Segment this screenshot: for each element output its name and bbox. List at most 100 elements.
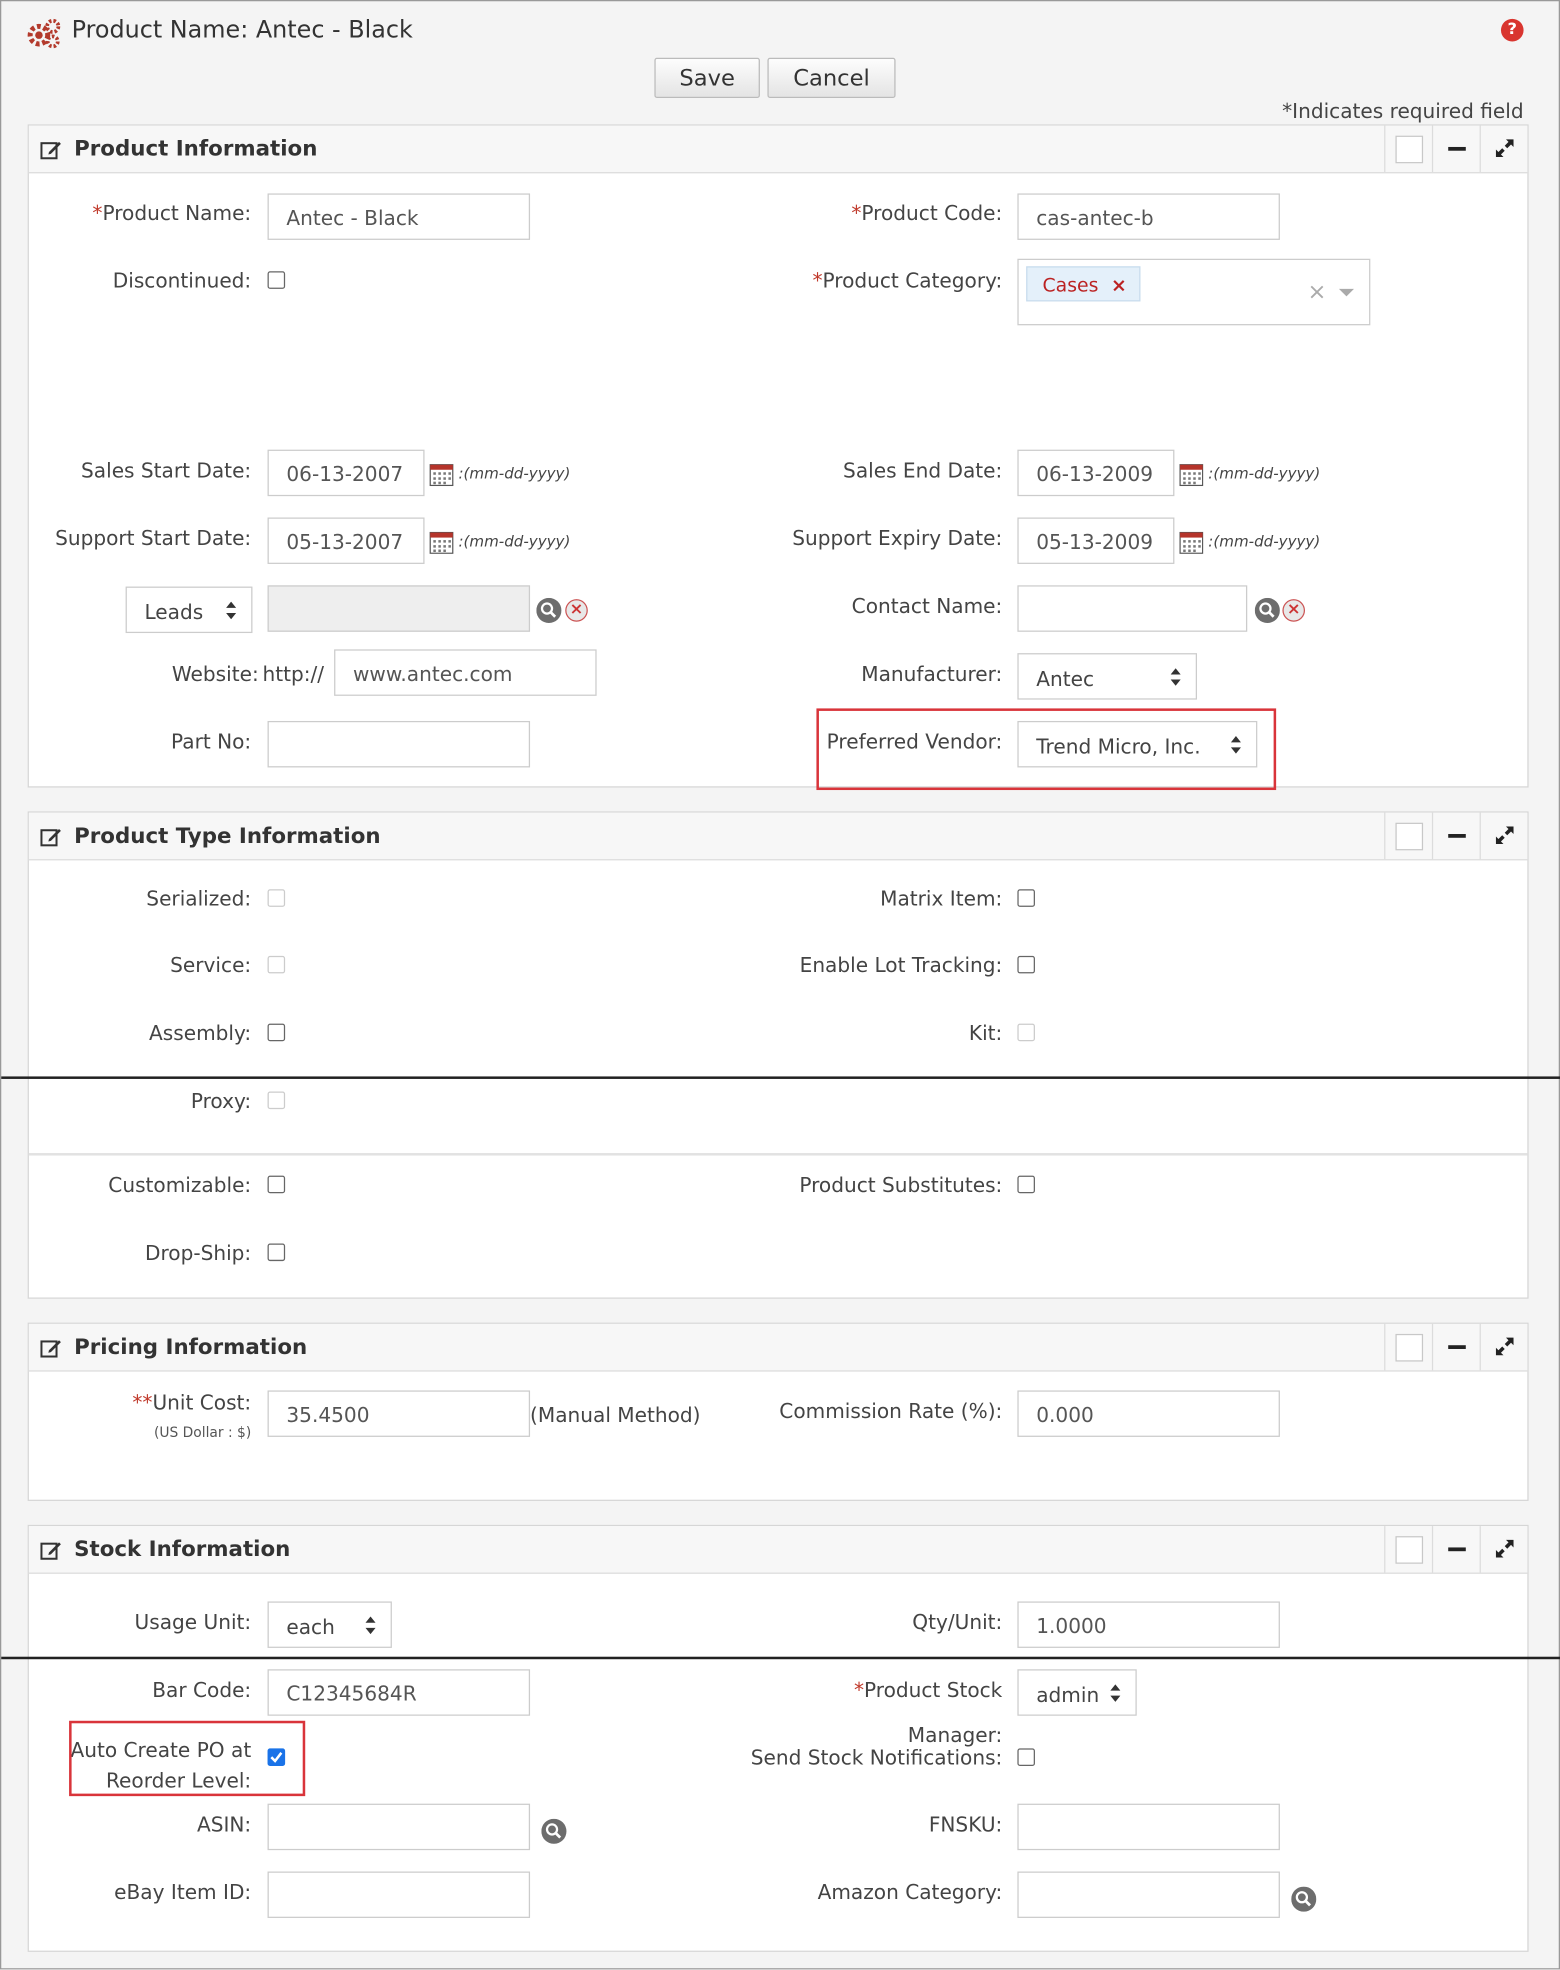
amazon-category-input[interactable] xyxy=(1017,1871,1280,1918)
usage-unit-select[interactable]: each xyxy=(267,1601,392,1648)
select-arrows-icon xyxy=(226,602,236,620)
search-icon[interactable] xyxy=(1291,1887,1316,1912)
customizable-label: Customizable: xyxy=(108,1173,252,1198)
product-stock-manager-label: *Product Stock xyxy=(853,1678,1003,1702)
website-protocol-prefix: http:// xyxy=(262,661,325,686)
settings-gears-icon xyxy=(27,18,61,49)
part-no-input[interactable] xyxy=(267,720,531,768)
panel-checkbox-box[interactable] xyxy=(1384,125,1432,173)
search-icon[interactable] xyxy=(1255,598,1280,623)
manufacturer-label: Manufacturer: xyxy=(861,661,1003,686)
section-divider xyxy=(28,1153,1528,1156)
support-start-date-input[interactable]: 05-13-2007 xyxy=(267,517,425,564)
expand-icon[interactable] xyxy=(1479,1323,1528,1371)
product-name-input[interactable]: Antec - Black xyxy=(267,193,531,240)
matrix-item-label: Matrix Item: xyxy=(880,886,1003,911)
calendar-icon[interactable] xyxy=(430,462,454,486)
product-substitutes-label: Product Substitutes: xyxy=(799,1173,1003,1198)
product-name-label: *Product Name: xyxy=(92,200,252,225)
panel-checkbox-box[interactable] xyxy=(1384,812,1432,860)
pricing-method-note: (Manual Method) xyxy=(530,1402,701,1427)
qty-per-unit-label: Qty/Unit: xyxy=(912,1610,1003,1635)
unit-cost-input[interactable]: 35.4500 xyxy=(267,1390,531,1437)
manufacturer-select[interactable]: Antec xyxy=(1017,653,1198,700)
panel-header: Stock Information xyxy=(28,1526,1528,1574)
bar-code-input[interactable]: C12345684R xyxy=(267,1669,531,1716)
assembly-checkbox[interactable] xyxy=(267,1023,286,1042)
clear-icon[interactable]: × xyxy=(565,599,588,622)
edit-icon xyxy=(40,826,61,847)
expand-icon[interactable] xyxy=(1479,812,1528,860)
send-stock-notifications-checkbox[interactable] xyxy=(1017,1748,1035,1766)
support-expiry-date-label: Support Expiry Date: xyxy=(792,526,1003,551)
bar-code-label: Bar Code: xyxy=(152,1678,252,1702)
expand-icon[interactable] xyxy=(1479,1526,1528,1573)
product-code-label: *Product Code: xyxy=(851,200,1003,225)
proxy-checkbox xyxy=(267,1091,286,1110)
contact-name-input[interactable] xyxy=(1017,585,1248,632)
panel-title: Pricing Information xyxy=(74,1335,308,1361)
calendar-icon[interactable] xyxy=(1179,530,1203,554)
search-icon[interactable] xyxy=(536,598,561,623)
ebay-item-id-label: eBay Item ID: xyxy=(114,1880,252,1905)
matrix-item-checkbox[interactable] xyxy=(1017,889,1035,907)
panel-checkbox-box[interactable] xyxy=(1384,1323,1432,1371)
fnsku-input[interactable] xyxy=(1017,1803,1280,1851)
select-arrows-icon xyxy=(366,1617,376,1635)
related-record-input xyxy=(267,585,531,632)
customizable-checkbox[interactable] xyxy=(267,1175,286,1194)
sales-end-date-label: Sales End Date: xyxy=(843,458,1003,483)
page-title: Product Name: Antec - Black xyxy=(71,16,413,44)
chevron-down-icon[interactable] xyxy=(1338,288,1355,297)
product-type-information-panel: Product Type Information Serialized: Mat… xyxy=(27,811,1529,1299)
remove-tag-icon[interactable]: × xyxy=(1111,274,1127,297)
expand-icon[interactable] xyxy=(1479,125,1528,173)
search-icon[interactable] xyxy=(541,1819,566,1844)
unit-cost-label: **Unit Cost: xyxy=(132,1390,252,1415)
category-tag: Cases × xyxy=(1026,266,1141,302)
help-icon[interactable]: ? xyxy=(1500,18,1524,42)
edit-icon xyxy=(40,1338,61,1359)
collapse-icon[interactable] xyxy=(1431,1526,1480,1573)
calendar-icon[interactable] xyxy=(430,530,454,554)
proxy-label: Proxy: xyxy=(190,1088,252,1113)
lot-tracking-checkbox[interactable] xyxy=(1017,955,1035,974)
panel-checkbox-box[interactable] xyxy=(1384,1526,1432,1573)
select-arrows-icon xyxy=(1171,668,1181,686)
website-label: Website: xyxy=(171,661,259,686)
product-information-panel: Product Information *Product Name: Antec… xyxy=(27,124,1529,791)
clear-icon[interactable]: × xyxy=(1282,599,1306,622)
qty-per-unit-input[interactable]: 1.0000 xyxy=(1017,1601,1280,1648)
collapse-icon[interactable] xyxy=(1431,1323,1480,1371)
stock-manager-select[interactable]: admin xyxy=(1017,1669,1137,1716)
support-start-date-label: Support Start Date: xyxy=(55,526,252,551)
website-input[interactable]: www.antec.com xyxy=(334,649,597,696)
screenshot-splice-line xyxy=(1,1076,1560,1079)
stock-information-panel: Stock Information Usage Unit: each Qty/U… xyxy=(27,1524,1529,1952)
pricing-information-panel: Pricing Information **Unit Cost: (US Dol… xyxy=(27,1322,1529,1501)
ebay-item-id-input[interactable] xyxy=(267,1871,531,1918)
product-category-multiselect[interactable]: Cases × × xyxy=(1017,258,1371,326)
asin-label: ASIN: xyxy=(196,1812,252,1837)
clear-selection-icon[interactable]: × xyxy=(1308,279,1327,305)
discontinued-checkbox[interactable] xyxy=(267,271,286,289)
drop-ship-checkbox[interactable] xyxy=(267,1243,286,1262)
sales-end-date-input[interactable]: 06-13-2009 xyxy=(1017,449,1175,497)
save-button[interactable]: Save xyxy=(654,57,760,98)
product-code-input[interactable]: cas-antec-b xyxy=(1017,193,1280,240)
asin-input[interactable] xyxy=(267,1803,531,1851)
sales-start-date-input[interactable]: 06-13-2007 xyxy=(267,449,425,497)
calendar-icon[interactable] xyxy=(1179,462,1203,486)
cancel-button[interactable]: Cancel xyxy=(767,57,896,98)
assembly-label: Assembly: xyxy=(149,1021,252,1046)
service-label: Service: xyxy=(170,953,252,978)
usage-unit-label: Usage Unit: xyxy=(134,1610,252,1635)
collapse-icon[interactable] xyxy=(1431,125,1480,173)
commission-rate-input[interactable]: 0.000 xyxy=(1017,1390,1280,1437)
related-module-select[interactable]: Leads xyxy=(125,586,253,634)
product-substitutes-checkbox[interactable] xyxy=(1017,1175,1035,1194)
drop-ship-label: Drop-Ship: xyxy=(144,1240,252,1265)
date-format-hint: :(mm-dd-yyyy) xyxy=(458,532,571,551)
support-expiry-date-input[interactable]: 05-13-2009 xyxy=(1017,517,1175,564)
collapse-icon[interactable] xyxy=(1431,812,1480,860)
